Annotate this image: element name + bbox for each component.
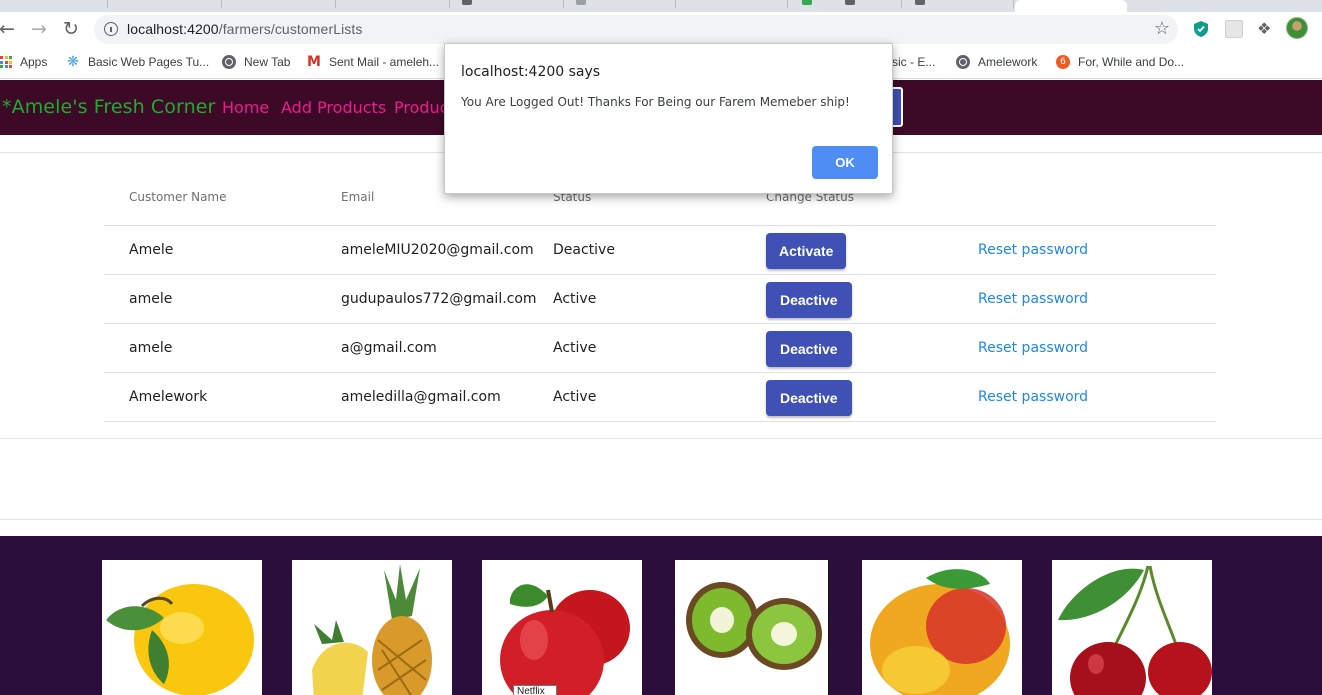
table-row: amele a@gmail.com Active Deactive Reset … [104,324,1216,373]
reset-password-link[interactable]: Reset password [978,340,1088,356]
globe-icon [222,55,236,69]
profile-avatar[interactable] [1286,17,1308,39]
url-path: /farmers/customerLists [218,21,363,37]
bookmark-basic-web-pages[interactable]: ❋ Basic Web Pages Tu... [66,54,209,70]
email-cell: a@gmail.com [341,340,437,356]
activate-button[interactable]: Activate [766,233,847,269]
reload-icon[interactable]: ↻ [59,17,83,41]
bookmark-sent-mail[interactable]: M Sent Mail - ameleh... [307,54,439,70]
globe-icon [956,55,970,69]
bookmark-new-tab[interactable]: New Tab [222,54,290,70]
info-icon[interactable] [104,22,118,36]
alert-dialog: localhost:4200 says You Are Logged Out! … [444,43,893,194]
bookmark-label: New Tab [244,55,291,69]
column-header-customer-name: Customer Name [129,190,227,204]
bookmark-label: Amelework [978,55,1038,69]
divider [0,438,1322,439]
bookmark-apps[interactable]: Apps [0,54,47,70]
back-arrow-icon[interactable]: ← [0,17,19,41]
tooltip: Netflix [513,685,557,695]
extension-icon[interactable] [1225,20,1243,38]
bookmark-for-while[interactable]: 6 For, While and Do... [1056,54,1184,70]
status-cell: Active [553,340,597,356]
customer-name-cell: Amelework [129,389,208,405]
bookmark-label: For, While and Do... [1078,55,1185,69]
url-host: localhost:4200 [127,21,219,37]
browser-tab[interactable] [676,0,788,8]
status-cell: Active [553,291,597,307]
deactive-button[interactable]: Deactive [766,380,852,416]
reset-password-link[interactable]: Reset password [978,242,1088,258]
customer-table: Customer Name Email Status Change Status… [104,170,1216,422]
tab-favicon-icon [462,0,472,5]
customer-name-cell: Amele [129,242,174,258]
nav-add-products[interactable]: Add Products [281,98,386,117]
active-browser-tab[interactable] [1015,0,1127,12]
tab-favicon-icon [845,0,855,5]
customer-name-cell: amele [129,340,173,356]
address-bar[interactable]: localhost:4200/farmers/customerLists ☆ [94,15,1178,44]
deactive-button[interactable]: Deactive [766,282,852,318]
table-row: Amele ameleMIU2020@gmail.com Deactive Ac… [104,226,1216,275]
bookmark-star-icon[interactable]: ☆ [1154,18,1170,39]
browser-tab[interactable] [0,0,108,8]
browser-toolbar: ← → ↻ localhost:4200/farmers/customerLis… [0,12,1322,46]
brand-title[interactable]: *Amele's Fresh Corner [2,96,215,118]
lemon-image[interactable] [102,560,262,695]
tab-favicon-icon [915,0,925,5]
ok-button[interactable]: OK [812,146,878,179]
fruit-gallery [0,536,1322,695]
column-header-email: Email [341,190,375,204]
table-row: Amelework ameledilla@gmail.com Active De… [104,373,1216,422]
customer-name-cell: amele [129,291,173,307]
dialog-title: localhost:4200 says [461,64,601,80]
gmail-icon: M [307,54,321,70]
apps-grid-icon [0,56,12,68]
tab-favicon-icon [576,0,586,5]
dialog-message: You Are Logged Out! Thanks For Being our… [461,95,850,109]
mango-image[interactable] [862,560,1022,695]
apple-image[interactable] [482,560,642,695]
email-cell: ameledilla@gmail.com [341,389,501,405]
reset-password-link[interactable]: Reset password [978,291,1088,307]
puzzle-extensions-icon[interactable]: ❖ [1257,20,1275,38]
browser-tab[interactable] [336,0,450,8]
browser-tab[interactable] [108,0,222,8]
bookmark-label: Basic Web Pages Tu... [88,55,210,69]
address-url[interactable]: localhost:4200/farmers/customerLists [127,21,363,37]
status-cell: Deactive [553,242,615,258]
email-cell: gudupaulos772@gmail.com [341,291,537,307]
browser-tab[interactable] [222,0,336,8]
fan-icon: ❋ [67,54,79,70]
table-row: amele gudupaulos772@gmail.com Active Dea… [104,275,1216,324]
orange-icon: 6 [1056,55,1070,69]
nav-products[interactable]: Produc [394,98,448,117]
forward-arrow-icon[interactable]: → [27,17,51,41]
tab-favicon-icon [802,0,812,5]
cherry-image[interactable] [1052,560,1212,695]
nav-home[interactable]: Home [222,98,269,117]
status-cell: Active [553,389,597,405]
page-root: ← → ↻ localhost:4200/farmers/customerLis… [0,0,1322,695]
shield-extension-icon[interactable] [1192,20,1210,38]
bookmark-amelework[interactable]: Amelework [956,54,1037,70]
deactive-button[interactable]: Deactive [766,331,852,367]
email-cell: ameleMIU2020@gmail.com [341,242,534,258]
divider [0,519,1322,520]
reset-password-link[interactable]: Reset password [978,389,1088,405]
tab-strip [0,0,1322,12]
bookmark-label: sic - E... [892,55,936,69]
bookmark-label: Sent Mail - ameleh... [329,55,440,69]
kiwi-image[interactable] [675,560,829,695]
bookmark-basic-e[interactable]: sic - E... [892,54,935,70]
pineapple-image[interactable] [292,560,452,695]
bookmark-label: Apps [20,55,48,69]
